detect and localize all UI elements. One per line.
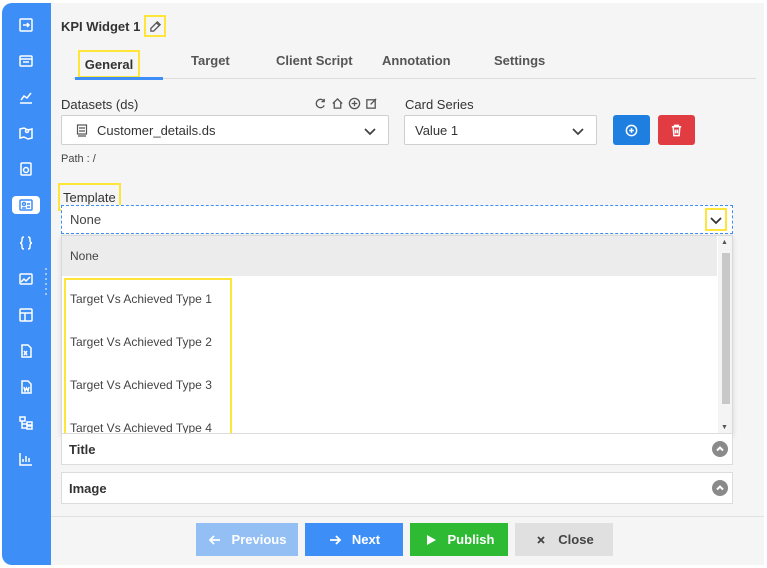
card-series-value: Value 1 [415,122,459,138]
edit-title-icon[interactable] [144,15,167,37]
datasets-value: Customer_details.ds [97,122,216,138]
image-section-label: Image [69,480,107,496]
template-option-type-3[interactable]: Target Vs Achieved Type 3 [62,365,717,405]
bar-chart-icon[interactable] [14,447,38,471]
add-series-button[interactable] [613,115,650,145]
publish-label: Publish [447,532,495,547]
card-series-label: Card Series [405,97,474,112]
chevron-up-icon[interactable] [712,441,728,457]
template-dropdown: None Target Vs Achieved Type 1 Target Vs… [61,235,733,435]
close-icon [537,535,545,544]
title-section[interactable]: Title [61,433,733,465]
delete-series-button[interactable] [658,115,695,145]
resize-grip[interactable] [44,268,48,302]
scrollbar-thumb[interactable] [722,253,730,404]
arrow-left-icon [208,534,220,545]
home-icon[interactable] [330,96,345,111]
hierarchy-icon[interactable] [14,411,38,435]
next-button[interactable]: Next [305,523,403,556]
close-label: Close [558,532,594,547]
kpi-card-icon[interactable] [12,196,40,214]
dropdown-scrollbar[interactable]: ▲ ▼ [718,236,732,434]
active-tab-indicator [75,77,163,80]
dataset-actions [313,96,381,111]
datasets-select[interactable]: Customer_details.ds [61,115,389,145]
publish-button[interactable]: Publish [410,523,508,556]
template-option-none[interactable]: None [62,236,717,276]
tab-general[interactable]: General [78,50,140,78]
refresh-icon[interactable] [313,96,328,111]
gauge-icon[interactable] [14,157,38,181]
tab-annotation[interactable]: Annotation [382,53,451,68]
area-chart-icon[interactable] [14,267,38,291]
title-row: KPI Widget 1 [61,15,167,37]
footer-divider [51,516,764,517]
add-circle-icon[interactable] [347,96,362,111]
tab-target[interactable]: Target [191,53,230,68]
map-icon[interactable] [14,121,38,145]
tab-settings[interactable]: Settings [494,53,545,68]
word-icon[interactable] [14,375,38,399]
curly-braces-icon[interactable] [14,231,38,255]
image-section[interactable]: Image [61,472,733,504]
chevron-down-icon [362,123,378,139]
next-label: Next [351,532,381,547]
dataset-file-icon [76,124,88,138]
widget-title: KPI Widget 1 [61,18,141,34]
widget-properties-panel: KPI Widget 1 General Target Client Scrip… [51,3,764,565]
template-option-type-2[interactable]: Target Vs Achieved Type 2 [62,322,717,362]
scroll-down-icon[interactable]: ▼ [721,424,728,431]
previous-button[interactable]: Previous [196,523,298,556]
layout-icon[interactable] [14,303,38,327]
tab-bar: General Target Client Script Annotation … [73,49,756,80]
scroll-up-icon[interactable]: ▲ [721,239,728,246]
line-chart-icon[interactable] [14,85,38,109]
dataset-path: Path : / [61,153,96,165]
play-icon [426,534,436,545]
arrow-right-icon [329,534,342,545]
previous-label: Previous [231,532,287,547]
table-icon[interactable] [14,49,38,73]
chevron-down-icon [570,123,586,139]
app-frame: KPI Widget 1 General Target Client Scrip… [0,0,767,568]
datasets-label: Datasets (ds) [61,97,139,112]
chevron-down-icon[interactable] [705,208,727,231]
template-option-type-1[interactable]: Target Vs Achieved Type 1 [62,279,717,319]
tab-client-script[interactable]: Client Script [276,53,353,68]
template-select[interactable]: None [61,205,733,234]
card-series-select[interactable]: Value 1 [404,115,597,145]
template-value: None [70,212,102,227]
template-option-type-4[interactable]: Target Vs Achieved Type 4 [62,408,717,434]
chevron-up-icon[interactable] [712,480,728,496]
title-section-label: Title [69,441,96,457]
edit-dataset-icon[interactable] [364,96,379,111]
excel-icon[interactable] [14,339,38,363]
close-button[interactable]: Close [515,523,613,556]
login-arrow-icon[interactable] [14,13,38,37]
